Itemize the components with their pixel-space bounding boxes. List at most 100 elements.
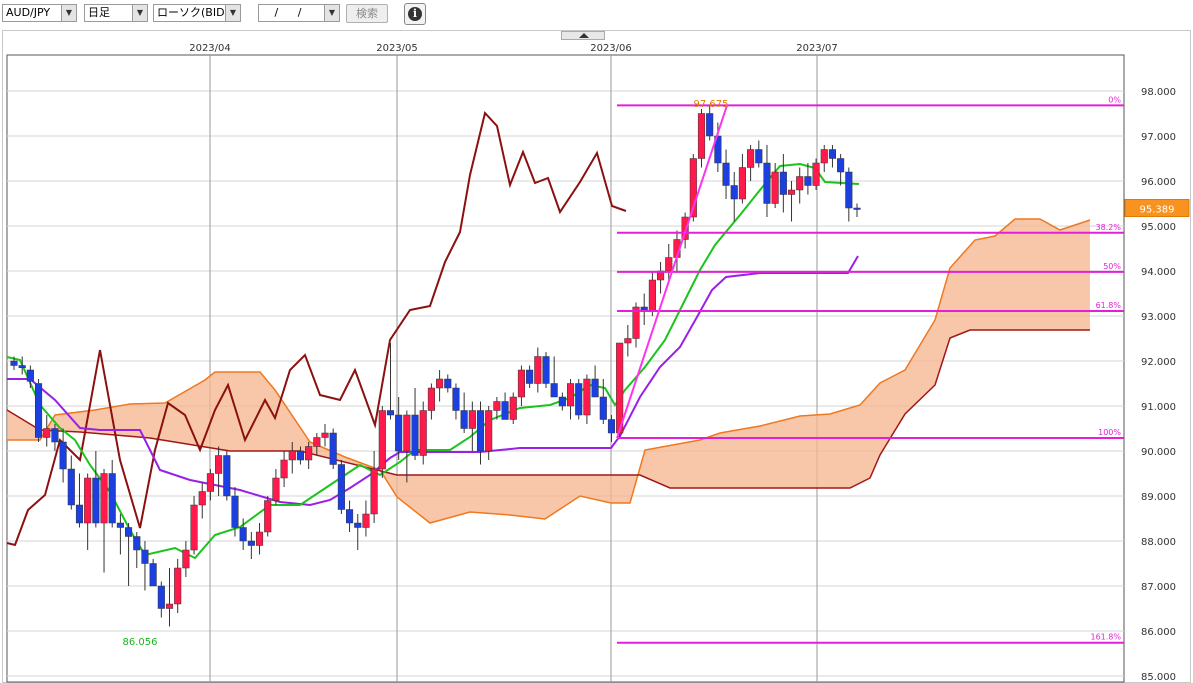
candle-body [386,410,395,416]
candle-body [141,549,149,564]
candle-body [738,167,746,200]
candle-body [337,464,345,510]
candle-body [419,410,427,456]
candle-body [370,468,378,515]
candle-body [157,585,165,609]
candle-body [10,360,18,366]
candle-body [133,536,141,551]
candle-body [149,563,157,587]
y-tick-label: 90.000 [1141,447,1176,458]
x-tick-label: 2023/04 [189,43,231,54]
candle-body [247,540,255,546]
high-price-label: 97.675 [694,99,729,110]
candle-body [116,522,124,528]
candle-body [616,342,624,434]
candle-body [845,171,853,209]
fib-level-label: 161.8% [1090,633,1121,642]
candle-body [305,446,313,461]
candle-body [378,410,386,470]
candle-body [296,450,305,461]
current-price-label: 95.389 [1140,204,1175,215]
candle-body [174,567,182,605]
y-tick-label: 96.000 [1141,177,1176,188]
candle-body [575,383,583,416]
candle-body [346,509,354,524]
candle-body [403,414,411,452]
candle-body [755,149,763,164]
candle-body [436,378,444,389]
y-tick-label: 94.000 [1141,267,1176,278]
candle-body [607,419,616,434]
candle-body [215,455,223,474]
y-tick-label: 86.000 [1141,627,1176,638]
candle-body [67,468,75,506]
candle-body [566,383,575,407]
candle-body [853,207,861,210]
candle-body [288,450,296,461]
candle-body [796,176,804,191]
candle-body [190,504,198,551]
x-tick-label: 2023/05 [376,43,418,54]
candle-body [59,441,67,470]
candle-body [591,378,599,398]
candle-body [763,162,771,204]
candle-body [648,279,656,312]
y-tick-label: 98.000 [1141,87,1176,98]
candle-body [108,473,116,524]
candle-body [35,383,43,438]
candle-body [837,158,845,173]
candle-body [92,477,100,524]
candle-body [493,401,501,411]
candle-body [264,500,272,533]
fib-level-label: 61.8% [1096,301,1122,310]
candle-body [787,189,796,195]
price-chart[interactable]: 98.000 97.000 96.000 95.000 94.000 93.000 92.0… [0,0,1193,683]
candle-body [427,387,435,411]
candle-body [411,414,419,456]
candle-body [828,149,836,159]
candle-body [665,257,673,272]
x-tick-label: 2023/06 [590,43,632,54]
candle-body [624,338,632,344]
candle-body [125,527,133,537]
y-tick-label: 87.000 [1141,582,1176,593]
y-tick-label: 92.000 [1141,357,1176,368]
candle-body [534,356,542,384]
candle-body [517,369,525,398]
candle-body [444,378,452,389]
candle-body [501,401,509,420]
candle-body [329,432,337,465]
candle-body [26,369,34,382]
y-tick-label: 95.000 [1141,222,1176,233]
candle-body [239,527,247,542]
y-tick-label: 91.000 [1141,402,1176,413]
candle-body [722,162,730,186]
y-tick-label: 97.000 [1141,132,1176,143]
candle-body [272,477,280,501]
candle-body [51,428,59,443]
candle-body [165,603,174,609]
fib-level-label: 100% [1098,428,1121,437]
candle-body [485,410,493,452]
fib-level-label: 0% [1108,95,1121,104]
candle-body [509,396,517,420]
x-tick-label: 2023/07 [796,43,838,54]
candle-body [558,396,566,407]
candle-body [198,491,206,506]
candle-body [395,414,403,452]
candle-body [706,113,714,137]
candle-body [526,369,534,384]
candle-body [206,473,214,492]
candle-body [583,378,591,416]
y-tick-label: 89.000 [1141,492,1176,503]
candle-body [747,149,755,168]
candle-body [730,185,738,200]
candle-body [550,383,558,398]
candle-body [18,365,26,368]
y-tick-label: 93.000 [1141,312,1176,323]
candle-body [460,410,468,429]
y-tick-label: 85.000 [1141,672,1176,683]
candle-body [313,437,321,447]
candle-body [321,432,329,438]
candle-body [542,356,550,384]
